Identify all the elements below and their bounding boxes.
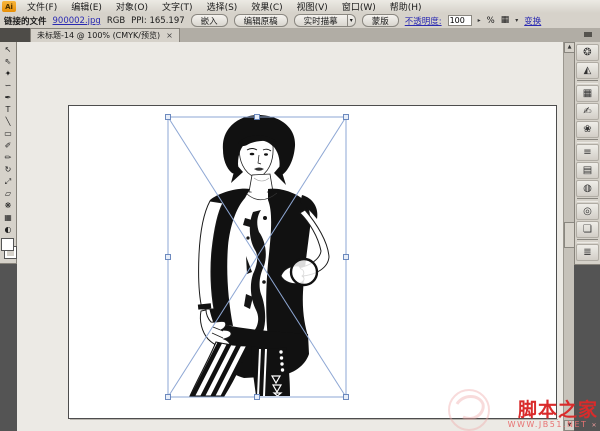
opacity-input[interactable]: [448, 15, 472, 26]
panel-button-stroke-icon[interactable]: ≡: [576, 144, 599, 161]
menu-item-view[interactable]: 视图(V): [290, 0, 335, 13]
watermark-title: 脚本之家: [508, 401, 598, 420]
direct-selection-tool-icon[interactable]: ⇖: [1, 56, 16, 68]
type-tool-icon[interactable]: T: [1, 104, 16, 116]
menu-item-type[interactable]: 文字(T): [155, 0, 200, 13]
dock-group-separator: [577, 239, 598, 243]
dock-group-separator: [577, 198, 598, 202]
panel-button-graphic-styles-icon[interactable]: ❏: [576, 221, 599, 238]
opacity-label[interactable]: 不透明度:: [405, 15, 442, 27]
menu-item-effect[interactable]: 效果(C): [244, 0, 289, 13]
fill-swatch[interactable]: [1, 238, 14, 251]
linked-file-label: 链接的文件: [4, 15, 47, 27]
panel-button-brushes-icon[interactable]: ✍: [576, 103, 599, 120]
mesh-tool-icon[interactable]: ▦: [1, 212, 16, 224]
handle-bottom-left: [166, 395, 171, 400]
selection-tool-icon[interactable]: ↖: [1, 44, 16, 56]
paintbrush-tool-icon[interactable]: ✐: [1, 140, 16, 152]
dock-group-separator: [577, 139, 598, 143]
toolbox-dock: ↖⇖✦∽✒T╲▭✐✏↻⤢▱❋▦◐: [0, 42, 17, 431]
watermark-url: WWW.JB51.NET ✕: [508, 421, 598, 429]
panel-button-gradient-icon[interactable]: ▤: [576, 162, 599, 179]
panel-dock: ❂◭ ▦✍❀ ≡▤◍ ◎❏ ≣: [574, 42, 600, 431]
menu-item-edit[interactable]: 编辑(E): [64, 0, 109, 13]
menu-item-window[interactable]: 窗口(W): [335, 0, 383, 13]
fill-stroke-swatches[interactable]: [1, 238, 16, 260]
lasso-tool-icon[interactable]: ∽: [1, 80, 16, 92]
line-segment-tool-icon[interactable]: ╲: [1, 116, 16, 128]
document-tab[interactable]: 未标题-14 @ 100% (CMYK/预览) ×: [30, 28, 180, 42]
panel-button-symbols-icon[interactable]: ❀: [576, 121, 599, 138]
menu-item-file[interactable]: 文件(F): [20, 0, 64, 13]
live-trace-dropdown-icon[interactable]: ▾: [348, 14, 356, 27]
scale-tool-icon[interactable]: ⤢: [1, 176, 16, 188]
menu-item-object[interactable]: 对象(O): [109, 0, 155, 13]
free-transform-tool-icon[interactable]: ▱: [1, 188, 16, 200]
menu-item-help[interactable]: 帮助(H): [383, 0, 429, 13]
opacity-spinner-icon[interactable]: ▸: [478, 17, 481, 24]
color-mode-label: RGB: [107, 16, 125, 26]
menu-bar: Ai 文件(F)编辑(E)对象(O)文字(T)选择(S)效果(C)视图(V)窗口…: [0, 0, 600, 14]
control-bar: 链接的文件 900002.jpg RGB PPI: 165.197 嵌入 编辑原…: [0, 13, 600, 29]
tab-bar: 未标题-14 @ 100% (CMYK/预览) ×: [0, 28, 600, 43]
panel-button-appearance-icon[interactable]: ◎: [576, 203, 599, 220]
handle-middle-right: [344, 255, 349, 260]
canvas-surface[interactable]: [17, 42, 563, 431]
tab-bar-corner: [0, 28, 30, 42]
recolor-artwork-icon[interactable]: ▦: [501, 16, 510, 25]
gradient-tool-icon[interactable]: ◐: [1, 224, 16, 236]
dock-group-separator: [577, 80, 598, 84]
app-logo-icon: Ai: [2, 1, 16, 12]
edit-original-button[interactable]: 编辑原稿: [234, 14, 288, 27]
dock-menu-icon[interactable]: [584, 32, 592, 37]
menu-item-select[interactable]: 选择(S): [200, 0, 245, 13]
handle-bottom-center: [255, 395, 260, 400]
handle-top-left: [166, 115, 171, 120]
document-title: 未标题-14 @ 100% (CMYK/预览): [37, 30, 160, 41]
pencil-tool-icon[interactable]: ✏: [1, 152, 16, 164]
live-trace-button[interactable]: 实时描摹: [294, 14, 348, 27]
watermark-close-icon: ✕: [591, 422, 598, 429]
tab-close-icon[interactable]: ×: [166, 31, 173, 40]
rectangle-tool-icon[interactable]: ▭: [1, 128, 16, 140]
illustrator-window: Ai 文件(F)编辑(E)对象(O)文字(T)选择(S)效果(C)视图(V)窗口…: [0, 0, 600, 431]
site-watermark: 脚本之家 WWW.JB51.NET ✕: [508, 401, 598, 429]
handle-middle-left: [166, 255, 171, 260]
handle-top-center: [255, 115, 260, 120]
transform-link[interactable]: 变换: [524, 15, 541, 27]
embed-button[interactable]: 嵌入: [191, 14, 228, 27]
document-canvas[interactable]: [17, 42, 563, 431]
panel-button-layers-icon[interactable]: ≣: [576, 244, 599, 261]
symbol-sprayer-tool-icon[interactable]: ❋: [1, 200, 16, 212]
panel-button-swatches-icon[interactable]: ▦: [576, 85, 599, 102]
magic-wand-tool-icon[interactable]: ✦: [1, 68, 16, 80]
panel-button-color-guide-icon[interactable]: ◭: [576, 62, 599, 79]
toolbox-panel: ↖⇖✦∽✒T╲▭✐✏↻⤢▱❋▦◐: [0, 42, 17, 264]
recolor-dropdown-icon[interactable]: ▾: [515, 17, 518, 24]
pen-tool-icon[interactable]: ✒: [1, 92, 16, 104]
file-name-link[interactable]: 900002.jpg: [53, 16, 101, 26]
rotate-tool-icon[interactable]: ↻: [1, 164, 16, 176]
panel-button-color-icon[interactable]: ❂: [576, 44, 599, 61]
handle-top-right: [344, 115, 349, 120]
percent-label: %: [487, 16, 495, 26]
handle-bottom-right: [344, 395, 349, 400]
panel-button-transparency-icon[interactable]: ◍: [576, 180, 599, 197]
mask-button[interactable]: 蒙版: [362, 14, 399, 27]
ppi-label: PPI: 165.197: [131, 16, 184, 26]
